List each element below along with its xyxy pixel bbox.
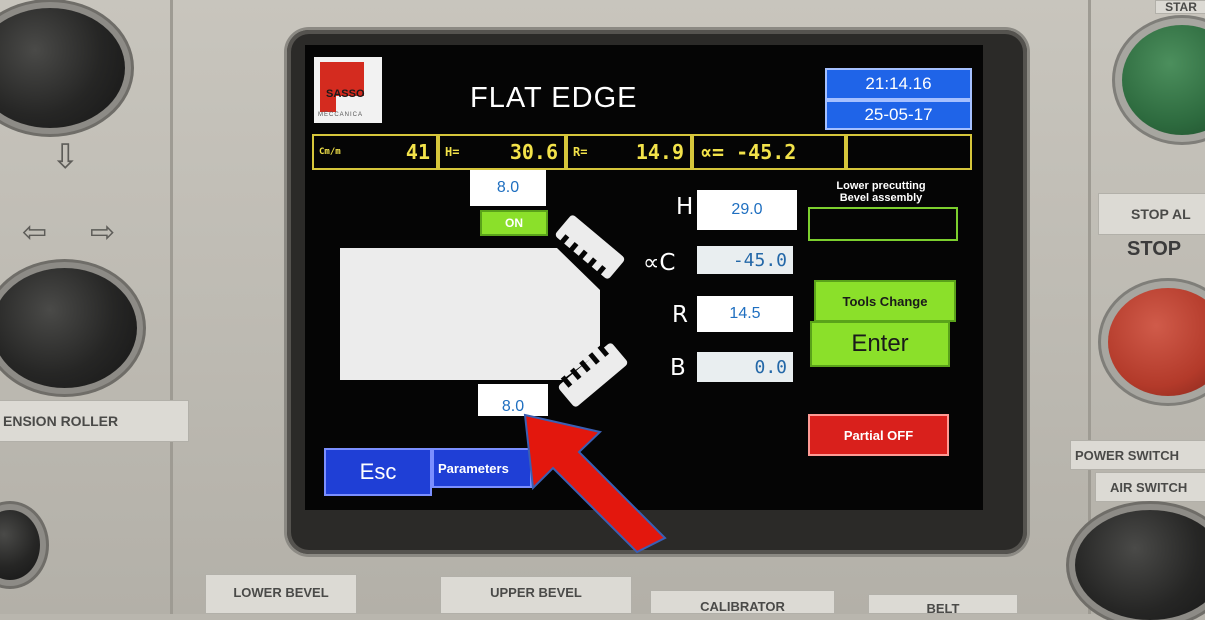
stop-all-label: STOP AL — [1098, 193, 1205, 235]
calibrator-label: CALIBRATOR — [650, 590, 835, 614]
glass-piece — [340, 248, 600, 380]
start-label: STAR — [1155, 0, 1205, 14]
enter-button[interactable]: Enter — [810, 321, 950, 367]
h-param-label: H — [676, 194, 694, 220]
r-status: R= 14.9 — [566, 134, 692, 170]
c-param-label: ∝C — [643, 250, 676, 276]
b-param-label: B — [670, 355, 686, 381]
r-param-label: R — [672, 302, 688, 328]
empty-status — [846, 134, 972, 170]
lower-precutting-label: Lower precutting Bevel assembly — [836, 180, 926, 204]
screen-title: FLAT EDGE — [470, 82, 638, 114]
sasso-logo: SASSO MECCANICA — [314, 57, 382, 123]
belt-label: BELT — [868, 594, 1018, 614]
c-param-value[interactable]: -45.0 — [697, 246, 793, 274]
h-status: H= 30.6 — [438, 134, 566, 170]
lower-precutting-indicator — [808, 207, 958, 241]
arrow-left-icon: ⇦ — [22, 216, 48, 249]
power-switch-label: POWER SWITCH — [1070, 440, 1205, 470]
b-param-value[interactable]: 0.0 — [697, 352, 793, 382]
r-param-value[interactable]: 14.5 — [697, 296, 793, 332]
clock-date: 25-05-17 — [825, 100, 972, 130]
arrow-down-icon: ⇩ — [51, 138, 80, 176]
panel-seam — [1088, 0, 1091, 614]
annotation-arrow-icon — [523, 413, 667, 554]
esc-button[interactable]: Esc — [324, 448, 432, 496]
panel-seam — [170, 0, 173, 614]
cm-status: Cm/m 41 — [312, 134, 438, 170]
partial-off-button[interactable]: Partial OFF — [808, 414, 949, 456]
stop-label: STOP — [1127, 237, 1182, 260]
top-offset-box[interactable]: 8.0 — [470, 170, 546, 206]
tension-roller-label: ENSION ROLLER — [0, 400, 189, 442]
clock-time: 21:14.16 — [825, 68, 972, 100]
h-param-value[interactable]: 29.0 — [697, 190, 797, 230]
arrow-right-icon: ⇨ — [90, 216, 116, 249]
lower-bevel-label: LOWER BEVEL — [205, 574, 357, 614]
air-switch-label: AIR SWITCH — [1095, 472, 1205, 502]
upper-bevel-label: UPPER BEVEL — [440, 576, 632, 614]
alpha-status: ∝= -45.2 — [692, 134, 846, 170]
tools-change-button[interactable]: Tools Change — [814, 280, 956, 322]
